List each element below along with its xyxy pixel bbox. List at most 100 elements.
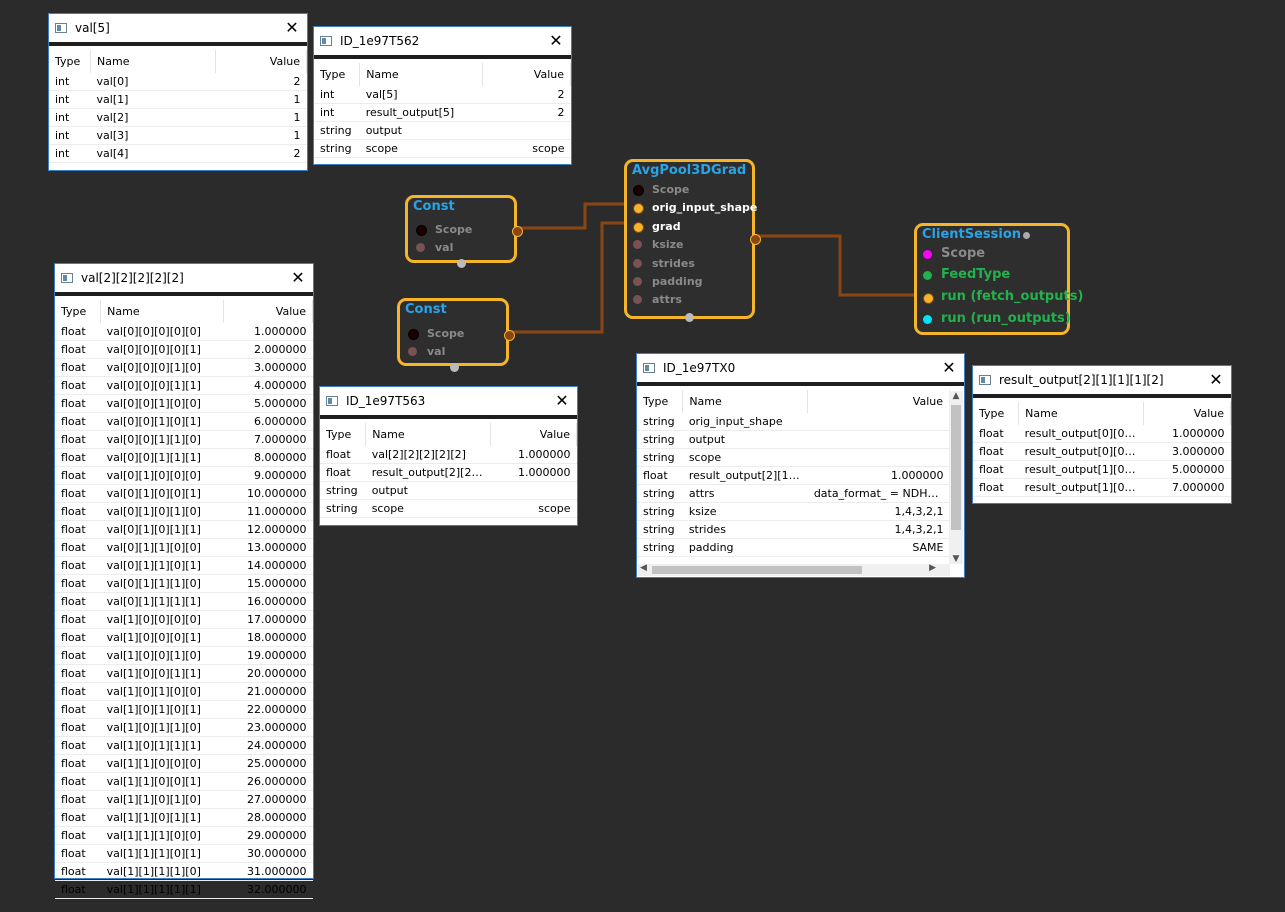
column-header[interactable]: Value [223, 300, 314, 323]
bottom-handle-dot[interactable] [685, 313, 694, 322]
table-row[interactable]: int val[5] 2 [314, 86, 571, 104]
column-header[interactable]: Name [682, 390, 809, 413]
table-row[interactable]: int val[0] 2 [49, 73, 307, 91]
scope-port-dot[interactable] [408, 329, 419, 340]
scroll-left-icon[interactable]: ◀ [640, 563, 647, 573]
run-outputs-port-dot[interactable] [923, 315, 932, 324]
table-row[interactable]: float val[0][1][1][0][0] 13.000000 [55, 538, 313, 557]
table-row[interactable]: float val[0][0][1][1][0] 7.000000 [55, 430, 313, 449]
scrollbar-thumb[interactable] [652, 566, 862, 574]
table-row[interactable]: string strides 1,4,3,2,1 [637, 520, 950, 539]
avgpool3dgrad-node[interactable]: AvgPool3DGrad Scope orig_input_shape gra… [624, 159, 761, 322]
bottom-handle-dot[interactable] [457, 259, 466, 268]
bottom-handle-dot[interactable] [450, 363, 459, 372]
table-row[interactable]: float val[0][0][1][0][0] 5.000000 [55, 394, 313, 413]
table-row[interactable]: float val[0][0][0][1][0] 3.000000 [55, 358, 313, 377]
table-row[interactable]: float val[1][1][1][0][0] 29.000000 [55, 826, 313, 845]
close-icon[interactable]: ✕ [553, 393, 571, 409]
table-row[interactable]: float val[0][0][0][0][0] 1.000000 [55, 323, 313, 341]
column-header[interactable]: Type [973, 402, 1020, 425]
padding-port-dot[interactable] [633, 277, 642, 286]
scope-port-dot[interactable] [416, 225, 427, 236]
scope-port-dot[interactable] [923, 250, 932, 259]
table-row[interactable]: float val[1][0][0][0][1] 18.000000 [55, 628, 313, 647]
close-icon[interactable]: ✕ [940, 360, 958, 376]
output-port-dot[interactable] [750, 234, 761, 245]
table-row[interactable]: float val[1][1][0][0][0] 25.000000 [55, 754, 313, 773]
output-port-dot[interactable] [504, 330, 515, 341]
feedtype-port-dot[interactable] [923, 271, 932, 280]
output-port-dot[interactable] [512, 226, 523, 237]
const-node-2[interactable]: Const Scope val [397, 298, 515, 372]
window-id-1e97t562[interactable]: ID_1e97T562 ✕ Type Name Value int val[5] 2 int… [313, 26, 572, 165]
table-row[interactable]: float result_output[2][2]... 1.000000 [320, 463, 577, 482]
column-header[interactable]: Name [359, 63, 483, 86]
close-icon[interactable]: ✕ [547, 33, 565, 49]
column-header[interactable]: Type [320, 423, 367, 446]
close-icon[interactable]: ✕ [289, 270, 307, 286]
horizontal-scrollbar[interactable]: ◀ ▶ [638, 563, 950, 576]
table-row[interactable]: string scope scope [314, 139, 571, 158]
window-titlebar[interactable]: ID_1e97T563 ✕ [320, 387, 577, 419]
fetch-outputs-port-dot[interactable] [923, 293, 934, 304]
column-header[interactable]: Type [49, 50, 92, 73]
table-row[interactable]: string scope scope [320, 499, 577, 518]
vertical-scrollbar[interactable]: ▲ ▼ [949, 391, 963, 564]
table-row[interactable]: string ksize 1,4,3,2,1 [637, 502, 950, 521]
table-row[interactable]: string attrs data_format_ = NDHWC; [637, 484, 950, 503]
scrollbar-thumb[interactable] [951, 405, 961, 530]
column-header[interactable]: Value [215, 50, 308, 73]
table-row[interactable]: string output [320, 481, 577, 500]
window-val5[interactable]: val[5] ✕ Type Name Value int val[0] 2 int val[1… [48, 13, 308, 171]
table-row[interactable]: float val[1][0][0][1][0] 19.000000 [55, 646, 313, 665]
table-row[interactable]: float val[1][0][1][0][0] 21.000000 [55, 682, 313, 701]
table-row[interactable]: float val[0][1][0][0][1] 10.000000 [55, 484, 313, 503]
table-row[interactable]: float val[0][0][0][0][1] 2.000000 [55, 340, 313, 359]
table-row[interactable]: float result_output[2][1]... 1.000000 [637, 466, 950, 485]
window-result-output[interactable]: result_output[2][1][1][1][2] ✕ Type Name V… [972, 365, 1232, 504]
window-titlebar[interactable]: val[2][2][2][2][2] ✕ [55, 264, 313, 296]
close-icon[interactable]: ✕ [1207, 372, 1225, 388]
column-header[interactable]: Name [1018, 402, 1144, 425]
table-row[interactable]: float val[1][1][0][0][1] 26.000000 [55, 772, 313, 791]
window-titlebar[interactable]: ID_1e97T562 ✕ [314, 27, 571, 59]
table-row[interactable]: float val[1][1][0][1][1] 28.000000 [55, 808, 313, 827]
scroll-up-icon[interactable]: ▲ [949, 391, 963, 401]
val-port-dot[interactable] [408, 347, 417, 356]
strides-port-dot[interactable] [633, 259, 642, 268]
table-row[interactable]: float val[0][1][0][0][0] 9.000000 [55, 466, 313, 485]
table-row[interactable]: float val[0][0][1][0][1] 6.000000 [55, 412, 313, 431]
scroll-right-icon[interactable]: ▶ [929, 563, 936, 573]
attrs-port-dot[interactable] [633, 295, 642, 304]
table-row[interactable]: float val[1][1][1][1][0] 31.000000 [55, 862, 313, 881]
table-row[interactable]: float val[2][2][2][2][2] 1.000000 [320, 446, 577, 464]
table-row[interactable]: float val[1][0][0][1][1] 20.000000 [55, 664, 313, 683]
window-titlebar[interactable]: ID_1e97TX0 ✕ [637, 354, 964, 386]
table-row[interactable]: float result_output[0][0]... 3.000000 [973, 442, 1231, 461]
table-row[interactable]: float result_output[1][0]... 7.000000 [973, 478, 1231, 497]
close-icon[interactable]: ✕ [283, 20, 301, 36]
table-row[interactable]: float result_output[1][0]... 5.000000 [973, 460, 1231, 479]
window-id-1e97t563[interactable]: ID_1e97T563 ✕ Type Name Value float val[2][2… [319, 386, 578, 526]
table-row[interactable]: float val[1][0][1][1][0] 23.000000 [55, 718, 313, 737]
table-row[interactable]: float val[0][1][1][1][1] 16.000000 [55, 592, 313, 611]
column-header[interactable]: Value [807, 390, 950, 413]
table-row[interactable]: float result_output[0][0]... 1.000000 [973, 425, 1231, 443]
column-header[interactable]: Name [100, 300, 224, 323]
table-row[interactable]: string padding SAME [637, 538, 950, 557]
val-port-dot[interactable] [416, 243, 425, 252]
window-val-2-2-2-2-2[interactable]: val[2][2][2][2][2] ✕ Type Name Value float v… [54, 263, 314, 899]
table-row[interactable]: int val[4] 2 [49, 144, 307, 163]
scroll-down-icon[interactable]: ▼ [949, 554, 963, 564]
table-row[interactable]: string output [637, 430, 950, 449]
table-row[interactable]: int val[1] 1 [49, 90, 307, 109]
table-row[interactable]: float val[1][0][1][0][1] 22.000000 [55, 700, 313, 719]
table-row[interactable]: float val[1][1][1][1][1] 32.000000 [55, 880, 313, 899]
column-header[interactable]: Value [490, 423, 578, 446]
orig-input-shape-port-dot[interactable] [633, 203, 644, 214]
table-row[interactable]: int val[3] 1 [49, 126, 307, 145]
table-row[interactable]: string scope [637, 448, 950, 467]
table-row[interactable]: float val[1][0][1][1][1] 24.000000 [55, 736, 313, 755]
table-row[interactable]: float val[1][0][0][0][0] 17.000000 [55, 610, 313, 629]
column-header[interactable]: Value [1143, 402, 1232, 425]
